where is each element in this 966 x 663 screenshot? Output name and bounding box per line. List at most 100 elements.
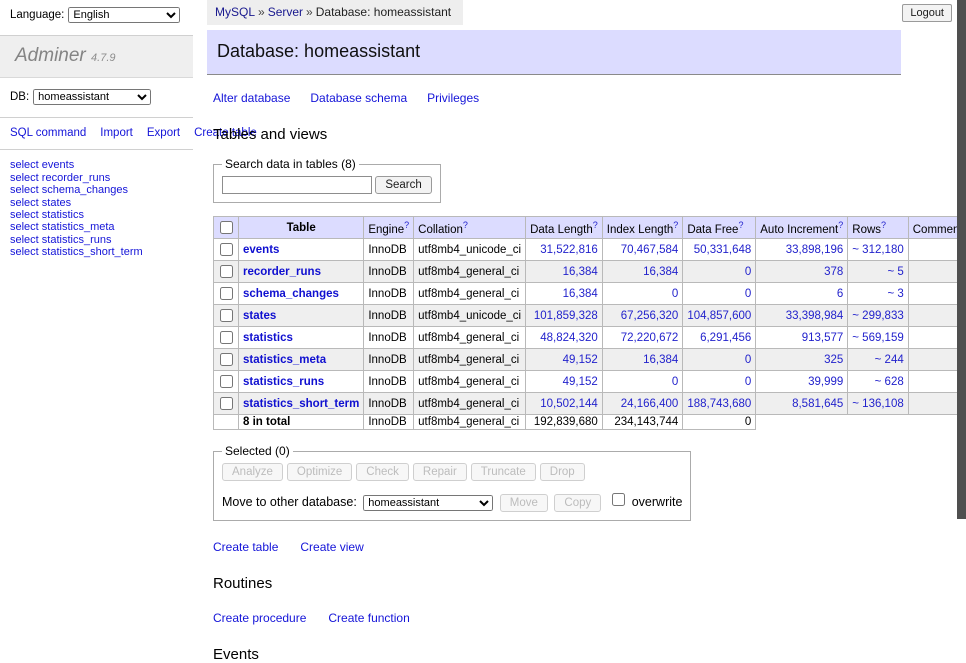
data-length-link[interactable]: 16,384 — [563, 288, 598, 300]
create-procedure-link[interactable]: Create procedure — [213, 611, 306, 625]
optimize-button[interactable]: Optimize — [287, 463, 352, 481]
sidebar-select-recorder-runs-link[interactable]: select recorder_runs — [10, 172, 193, 184]
help-icon[interactable]: ? — [463, 220, 468, 230]
auto-increment-link[interactable]: 325 — [824, 354, 843, 366]
data-free-link[interactable]: 0 — [745, 288, 751, 300]
index-length-link[interactable]: 0 — [672, 288, 678, 300]
database-schema-link[interactable]: Database schema — [310, 91, 407, 105]
table-link-statistics-runs[interactable]: statistics_runs — [243, 376, 324, 388]
move-button[interactable]: Move — [500, 494, 548, 512]
data-free-link[interactable]: 188,743,680 — [687, 398, 751, 410]
data-free-link[interactable]: 0 — [745, 354, 751, 366]
help-icon[interactable]: ? — [593, 220, 598, 230]
check-button[interactable]: Check — [356, 463, 409, 481]
data-length-link[interactable]: 48,824,320 — [540, 332, 598, 344]
language-select[interactable]: English — [68, 7, 180, 23]
data-length-link[interactable]: 49,152 — [563, 376, 598, 388]
create-table-link[interactable]: Create table — [213, 540, 278, 554]
breadcrumb-link-mysql[interactable]: MySQL — [215, 5, 255, 19]
data-length-link[interactable]: 31,522,816 — [540, 244, 598, 256]
index-length-link[interactable]: 70,467,584 — [621, 244, 679, 256]
auto-increment-link[interactable]: 33,898,196 — [786, 244, 844, 256]
table-link-statistics-meta[interactable]: statistics_meta — [243, 354, 326, 366]
row-checkbox-states[interactable] — [220, 309, 233, 322]
table-link-states[interactable]: states — [243, 310, 276, 322]
drop-button[interactable]: Drop — [540, 463, 585, 481]
data-length-link[interactable]: 10,502,144 — [540, 398, 598, 410]
rows-link[interactable]: ~ 628 — [875, 376, 904, 388]
db-select[interactable]: homeassistant — [33, 89, 151, 105]
table-link-events[interactable]: events — [243, 244, 279, 256]
data-free-link[interactable]: 50,331,648 — [694, 244, 752, 256]
alter-database-link[interactable]: Alter database — [213, 91, 290, 105]
help-icon[interactable]: ? — [404, 220, 409, 230]
rows-link[interactable]: ~ 569,159 — [852, 332, 903, 344]
sidebar-select-schema-changes-link[interactable]: select schema_changes — [10, 184, 193, 196]
auto-increment-link[interactable]: 913,577 — [802, 332, 844, 344]
index-length-link[interactable]: 16,384 — [643, 266, 678, 278]
sidebar-action-import[interactable]: Import — [100, 127, 133, 139]
row-checkbox-statistics[interactable] — [220, 331, 233, 344]
sidebar-action-sql-command[interactable]: SQL command — [10, 127, 86, 139]
data-free-link[interactable]: 0 — [745, 266, 751, 278]
copy-button[interactable]: Copy — [554, 494, 601, 512]
auto-increment-link[interactable]: 33,398,984 — [786, 310, 844, 322]
auto-increment-link[interactable]: 6 — [837, 288, 843, 300]
row-checkbox-schema-changes[interactable] — [220, 287, 233, 300]
vertical-scrollbar[interactable] — [957, 0, 966, 519]
breadcrumb-link-server[interactable]: Server — [268, 5, 303, 19]
rows-link[interactable]: ~ 136,108 — [852, 398, 903, 410]
sidebar-select-states-link[interactable]: select states — [10, 197, 193, 209]
move-db-select[interactable]: homeassistant — [363, 495, 493, 511]
data-free-link[interactable]: 6,291,456 — [700, 332, 751, 344]
privileges-link[interactable]: Privileges — [427, 91, 479, 105]
overwrite-checkbox[interactable] — [612, 493, 625, 506]
index-length-link[interactable]: 67,256,320 — [621, 310, 679, 322]
search-input[interactable] — [222, 176, 372, 194]
table-link-statistics-short-term[interactable]: statistics_short_term — [243, 398, 359, 410]
data-free-link[interactable]: 104,857,600 — [687, 310, 751, 322]
data-length-link[interactable]: 101,859,328 — [534, 310, 598, 322]
row-checkbox-statistics-short-term[interactable] — [220, 397, 233, 410]
rows-link[interactable]: ~ 244 — [875, 354, 904, 366]
table-link-recorder-runs[interactable]: recorder_runs — [243, 266, 321, 278]
help-icon[interactable]: ? — [881, 220, 886, 230]
sidebar-action-export[interactable]: Export — [147, 127, 180, 139]
index-length-link[interactable]: 16,384 — [643, 354, 678, 366]
help-icon[interactable]: ? — [838, 220, 843, 230]
truncate-button[interactable]: Truncate — [471, 463, 536, 481]
data-free-link[interactable]: 0 — [745, 376, 751, 388]
create-view-link[interactable]: Create view — [300, 540, 363, 554]
rows-link[interactable]: ~ 5 — [887, 266, 903, 278]
help-icon[interactable]: ? — [738, 220, 743, 230]
auto-increment-link[interactable]: 39,999 — [808, 376, 843, 388]
row-checkbox-events[interactable] — [220, 243, 233, 256]
rows-link[interactable]: ~ 312,180 — [852, 244, 903, 256]
sidebar-select-statistics-short-term-link[interactable]: select statistics_short_term — [10, 246, 193, 258]
rows-link[interactable]: ~ 299,833 — [852, 310, 903, 322]
row-checkbox-recorder-runs[interactable] — [220, 265, 233, 278]
logout-button[interactable]: Logout — [902, 4, 952, 22]
search-button[interactable]: Search — [375, 176, 431, 194]
table-link-statistics[interactable]: statistics — [243, 332, 293, 344]
auto-increment-link[interactable]: 8,581,645 — [792, 398, 843, 410]
data-length-link[interactable]: 49,152 — [563, 354, 598, 366]
index-length-link[interactable]: 24,166,400 — [621, 398, 679, 410]
rows-link[interactable]: ~ 3 — [887, 288, 903, 300]
row-checkbox-statistics-runs[interactable] — [220, 375, 233, 388]
row-checkbox-statistics-meta[interactable] — [220, 353, 233, 366]
table-link-schema-changes[interactable]: schema_changes — [243, 288, 339, 300]
sidebar-select-statistics-runs-link[interactable]: select statistics_runs — [10, 234, 193, 246]
data-length-link[interactable]: 16,384 — [563, 266, 598, 278]
help-icon[interactable]: ? — [673, 220, 678, 230]
repair-button[interactable]: Repair — [413, 463, 467, 481]
sidebar-select-events-link[interactable]: select events — [10, 159, 193, 171]
create-function-link[interactable]: Create function — [328, 611, 409, 625]
sidebar-select-statistics-link[interactable]: select statistics — [10, 209, 193, 221]
sidebar-select-statistics-meta-link[interactable]: select statistics_meta — [10, 221, 193, 233]
auto-increment-link[interactable]: 378 — [824, 266, 843, 278]
index-length-link[interactable]: 0 — [672, 376, 678, 388]
index-length-link[interactable]: 72,220,672 — [621, 332, 679, 344]
analyze-button[interactable]: Analyze — [222, 463, 283, 481]
select-all-checkbox[interactable] — [220, 221, 233, 234]
